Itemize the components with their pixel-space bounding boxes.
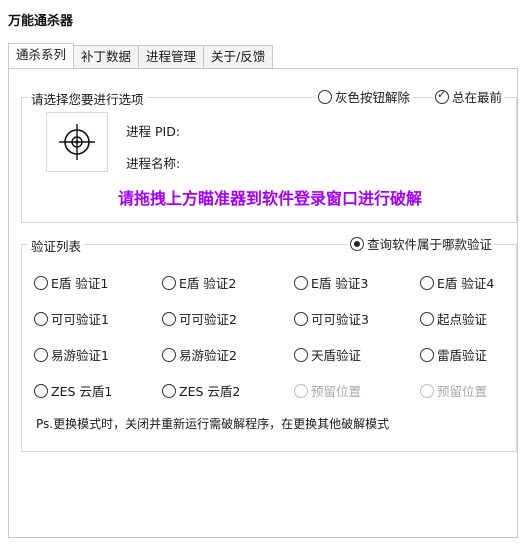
verify-option-edun-1[interactable]: E盾 验证1 xyxy=(34,273,108,292)
verify-option-yiyou-1[interactable]: 易游验证1 xyxy=(34,345,109,364)
query-verify-type-radio-icon[interactable] xyxy=(350,236,364,251)
drag-instruction-text: 请拖拽上方瞄准器到软件登录窗口进行破解 xyxy=(117,189,422,208)
verify-option-label: 预留位置 xyxy=(437,384,488,399)
query-verify-type-label: 查询软件属于哪款验证 xyxy=(367,237,493,252)
verify-option-zes-1[interactable]: ZES 云盾1 xyxy=(34,381,112,400)
tab-tongsha-series[interactable]: 通杀系列 xyxy=(8,43,75,68)
radio-icon[interactable] xyxy=(294,275,308,290)
verify-option-label: 预留位置 xyxy=(311,384,362,399)
verify-option-label: 易游验证1 xyxy=(51,348,109,363)
gray-button-release-label: 灰色按钮解除 xyxy=(335,90,411,105)
verify-option-leidun[interactable]: 雷盾验证 xyxy=(420,345,487,364)
verify-option-label: 雷盾验证 xyxy=(437,348,488,363)
verify-list-group: 验证列表 查询软件属于哪款验证 E盾 验证1 E盾 验证2 E盾 验证3 E盾 … xyxy=(21,234,517,452)
verify-option-reserved-2: 预留位置 xyxy=(420,381,487,400)
gray-button-release-option[interactable]: 灰色按钮解除 xyxy=(316,87,413,106)
crosshair-drag-target[interactable] xyxy=(46,112,108,172)
crosshair-icon[interactable] xyxy=(47,113,107,171)
verify-option-yiyou-2[interactable]: 易游验证2 xyxy=(162,345,237,364)
tab-process-manager[interactable]: 进程管理 xyxy=(138,45,205,68)
verify-option-keke-3[interactable]: 可可验证3 xyxy=(294,309,369,328)
verify-option-label: E盾 验证1 xyxy=(51,276,109,291)
radio-icon[interactable] xyxy=(162,311,176,326)
always-on-top-label: 总在最前 xyxy=(452,90,503,105)
verify-option-keke-1[interactable]: 可可验证1 xyxy=(34,309,109,328)
radio-icon[interactable] xyxy=(162,275,176,290)
radio-icon[interactable] xyxy=(420,347,434,362)
radio-icon[interactable] xyxy=(294,311,308,326)
radio-icon[interactable] xyxy=(420,275,434,290)
verify-option-label: E盾 验证2 xyxy=(179,276,237,291)
tab-panel: 请选择您要进行选项 灰色按钮解除 总在最前 进程 PID: 进程名称: 请拖拽上… xyxy=(8,68,518,538)
verify-option-label: E盾 验证3 xyxy=(311,276,369,291)
gray-button-release-radio-icon[interactable] xyxy=(318,89,332,104)
radio-icon[interactable] xyxy=(34,347,48,362)
radio-icon[interactable] xyxy=(34,275,48,290)
title-bar: 万能通杀器 xyxy=(0,0,523,40)
verify-option-label: ZES 云盾1 xyxy=(51,384,113,399)
options-group: 请选择您要进行选项 灰色按钮解除 总在最前 进程 PID: 进程名称: 请拖拽上… xyxy=(21,87,517,223)
radio-icon xyxy=(294,383,308,398)
radio-icon[interactable] xyxy=(34,311,48,326)
verify-option-label: 起点验证 xyxy=(437,312,488,327)
verify-list-group-label: 验证列表 xyxy=(28,236,85,255)
process-name-label: 进程名称: xyxy=(126,156,181,171)
radio-icon xyxy=(420,383,434,398)
process-pid-label: 进程 PID: xyxy=(126,124,181,139)
verify-option-label: ZES 云盾2 xyxy=(179,384,241,399)
mode-change-note: Ps.更换模式时，关闭并重新运行需破解程序，在更换其他破解模式 xyxy=(36,417,390,431)
radio-icon[interactable] xyxy=(294,347,308,362)
verify-option-zes-2[interactable]: ZES 云盾2 xyxy=(162,381,240,400)
radio-icon[interactable] xyxy=(162,347,176,362)
verify-option-reserved-1: 预留位置 xyxy=(294,381,361,400)
verify-option-label: 易游验证2 xyxy=(179,348,237,363)
tab-patch-data[interactable]: 补丁数据 xyxy=(73,45,140,68)
window-title: 万能通杀器 xyxy=(8,14,74,29)
verify-option-label: 可可验证3 xyxy=(311,312,369,327)
verify-option-label: E盾 验证4 xyxy=(437,276,495,291)
always-on-top-option[interactable]: 总在最前 xyxy=(433,87,505,106)
verify-option-edun-3[interactable]: E盾 验证3 xyxy=(294,273,368,292)
verify-option-keke-2[interactable]: 可可验证2 xyxy=(162,309,237,328)
verify-option-edun-2[interactable]: E盾 验证2 xyxy=(162,273,236,292)
verify-option-label: 可可验证1 xyxy=(51,312,109,327)
verify-option-tiandun[interactable]: 天盾验证 xyxy=(294,345,361,364)
radio-icon[interactable] xyxy=(420,311,434,326)
radio-icon[interactable] xyxy=(162,383,176,398)
radio-icon[interactable] xyxy=(34,383,48,398)
tab-about-feedback[interactable]: 关于/反馈 xyxy=(203,45,274,68)
verify-option-qidian[interactable]: 起点验证 xyxy=(420,309,487,328)
query-verify-type-option[interactable]: 查询软件属于哪款验证 xyxy=(348,234,495,253)
verify-option-edun-4[interactable]: E盾 验证4 xyxy=(420,273,494,292)
verify-option-label: 天盾验证 xyxy=(311,348,362,363)
always-on-top-check-icon[interactable] xyxy=(435,88,449,104)
tab-bar: 通杀系列 补丁数据 进程管理 关于/反馈 xyxy=(8,43,274,68)
options-group-label: 请选择您要进行选项 xyxy=(28,89,147,108)
verify-option-label: 可可验证2 xyxy=(179,312,237,327)
